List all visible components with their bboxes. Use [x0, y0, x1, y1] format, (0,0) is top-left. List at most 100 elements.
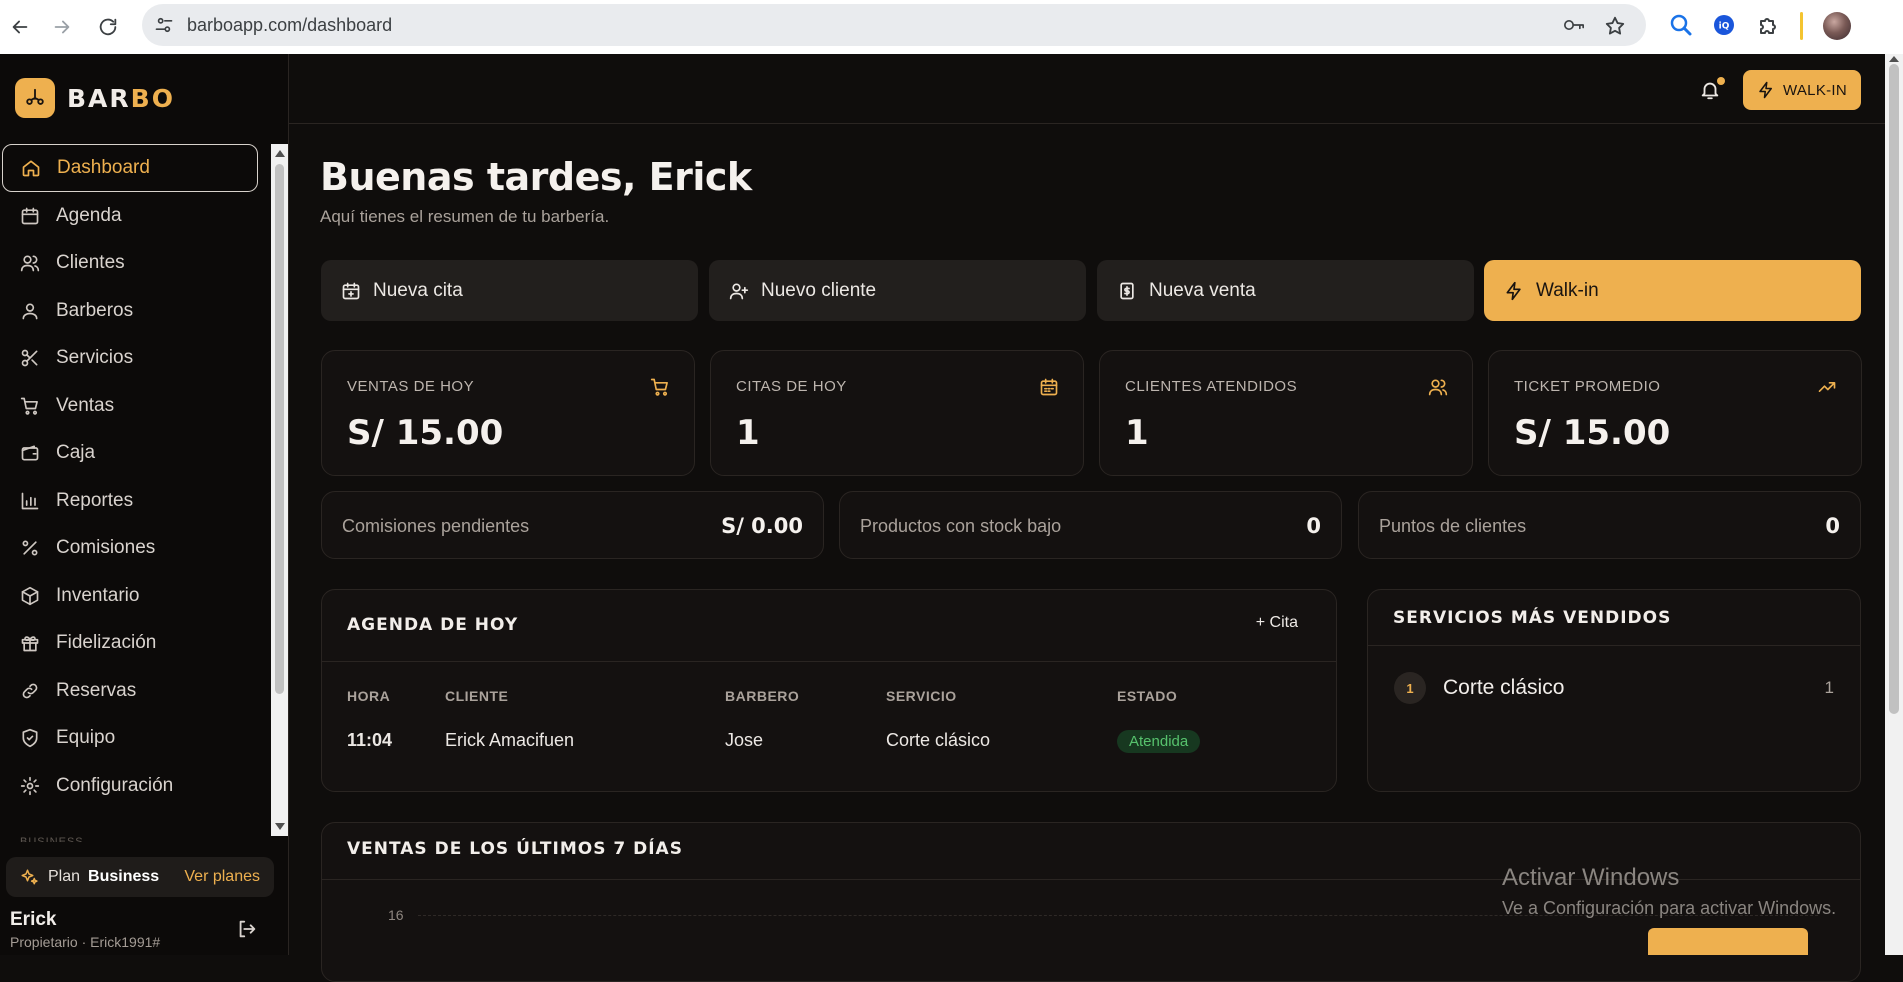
sidebar-item-configuracion[interactable]: Configuración — [2, 762, 258, 810]
stat-value: 1 — [1125, 413, 1149, 453]
sidebar-item-fidelizacion[interactable]: Fidelización — [2, 619, 258, 667]
panel-title: AGENDA DE HOY — [347, 615, 519, 635]
chart-bar[interactable] — [1648, 928, 1808, 955]
add-appointment-button[interactable]: + Cita — [1256, 614, 1298, 632]
cell-service: Corte clásico — [886, 730, 991, 750]
sidebar-item-label: Agenda — [56, 205, 122, 226]
new-appointment-button[interactable]: Nueva cita — [321, 260, 698, 321]
bar-chart-icon — [21, 492, 39, 510]
new-sale-button[interactable]: Nueva venta — [1097, 260, 1474, 321]
sidebar-item-dashboard[interactable]: Dashboard — [2, 144, 258, 192]
scroll-down-arrow[interactable] — [275, 823, 285, 830]
stat-card-average-ticket: TICKET PROMEDIO S/ 15.00 — [1488, 350, 1862, 476]
cell-client: Erick Amacifuen — [445, 730, 575, 750]
percent-icon — [22, 540, 38, 556]
sidebar-scrollbar[interactable] — [271, 144, 288, 836]
user-icon — [22, 303, 38, 320]
mini-stat-value: 0 — [1306, 514, 1321, 538]
sidebar-item-label: Dashboard — [57, 157, 150, 178]
logout-button[interactable] — [236, 918, 258, 940]
sidebar-item-comisiones[interactable]: Comisiones — [2, 524, 258, 572]
stat-card-appointments-today: CITAS DE HOY 1 — [710, 350, 1084, 476]
view-plans-link[interactable]: Ver planes — [184, 868, 260, 886]
walkin-header-button[interactable]: WALK-IN — [1743, 70, 1861, 110]
bolt-icon — [1759, 81, 1772, 99]
sidebar-item-label: Reportes — [56, 490, 134, 511]
sidebar-item-servicios[interactable]: Servicios — [2, 334, 258, 382]
scissors-logo-icon — [15, 78, 55, 118]
user-name: Erick — [10, 909, 57, 930]
back-button[interactable] — [6, 13, 34, 41]
bookmark-star-icon[interactable] — [1604, 15, 1626, 37]
calendar-icon — [1040, 378, 1058, 396]
sidebar-item-label: Caja — [56, 442, 96, 463]
mini-stat-label: Productos con stock bajo — [860, 516, 1062, 536]
puzzle-extensions-icon[interactable] — [1756, 13, 1780, 37]
mini-stat-label: Puntos de clientes — [1379, 516, 1527, 536]
sidebar-item-reportes[interactable]: Reportes — [2, 477, 258, 525]
sidebar-nav: Dashboard Agenda Clientes Barberos Servi… — [0, 144, 270, 836]
key-icon[interactable] — [1562, 15, 1586, 35]
client-points-card: Puntos de clientes 0 — [1358, 491, 1861, 559]
svg-text:iQ: iQ — [1719, 22, 1730, 32]
page-title: Buenas tardes, Erick — [320, 155, 752, 199]
sidebar-item-inventario[interactable]: Inventario — [2, 572, 258, 620]
windows-activation-title: Activar Windows — [1502, 864, 1680, 891]
sidebar-item-label: Configuración — [56, 775, 174, 796]
url-text[interactable]: barboapp.com/dashboard — [187, 15, 392, 36]
column-header: BARBERO — [725, 688, 800, 704]
toolbar-separator — [1800, 12, 1803, 40]
sidebar-item-caja[interactable]: Caja — [2, 429, 258, 477]
sidebar-item-ventas[interactable]: Ventas — [2, 382, 258, 430]
scroll-thumb[interactable] — [275, 164, 284, 694]
calendar-icon — [21, 207, 39, 225]
mini-stat-label: Comisiones pendientes — [342, 516, 530, 536]
column-header: CLIENTE — [445, 688, 509, 704]
plan-name: Business — [88, 868, 160, 885]
column-header: HORA — [347, 688, 391, 704]
plan-card: Plan Business Ver planes — [6, 857, 274, 897]
address-bar[interactable]: barboapp.com/dashboard — [142, 4, 1646, 46]
gear-icon — [20, 776, 40, 796]
column-header: ESTADO — [1117, 688, 1178, 704]
sidebar-item-label: Equipo — [56, 727, 116, 748]
today-agenda-panel: AGENDA DE HOY + Cita HORA CLIENTE BARBER… — [321, 589, 1337, 792]
sidebar-item-agenda[interactable]: Agenda — [2, 192, 258, 240]
new-client-button[interactable]: Nuevo cliente — [709, 260, 1086, 321]
topbar: WALK-IN — [289, 54, 1885, 124]
cell-time: 11:04 — [347, 730, 393, 750]
forward-button[interactable] — [48, 13, 76, 41]
package-icon — [21, 586, 39, 606]
brand-logo[interactable]: BARBO — [15, 78, 175, 118]
receipt-icon — [1120, 282, 1134, 299]
walkin-button[interactable]: Walk-in — [1484, 260, 1861, 321]
top-services-panel: SERVICIOS MÁS VENDIDOS 1 Corte clásico 1 — [1367, 589, 1861, 792]
arrow-left-icon — [12, 20, 28, 34]
sidebar-item-label: Inventario — [56, 585, 140, 606]
stat-label: CLIENTES ATENDIDOS — [1125, 378, 1298, 395]
panel-divider — [1368, 645, 1860, 646]
profile-avatar[interactable] — [1823, 12, 1851, 40]
sidebar-item-reservas[interactable]: Reservas — [2, 667, 258, 715]
reload-button[interactable] — [94, 13, 122, 41]
user-plus-icon — [729, 283, 749, 299]
sidebar-item-clientes[interactable]: Clientes — [2, 239, 258, 287]
stat-card-clients-served: CLIENTES ATENDIDOS 1 — [1099, 350, 1473, 476]
bolt-icon — [1506, 281, 1521, 300]
extension-badge-icon[interactable]: iQ — [1712, 13, 1736, 37]
page-scrollbar[interactable] — [1885, 54, 1903, 955]
cart-icon — [650, 378, 668, 396]
stat-label: VENTAS DE HOY — [347, 378, 475, 395]
sidebar-item-barberos[interactable]: Barberos — [2, 287, 258, 335]
scroll-up-arrow[interactable] — [1889, 56, 1899, 62]
status-badge: Atendida — [1117, 730, 1201, 753]
zoom-extension-icon[interactable] — [1669, 13, 1693, 37]
scroll-thumb[interactable] — [1889, 64, 1899, 714]
sidebar-item-equipo[interactable]: Equipo — [2, 714, 258, 762]
site-info-icon[interactable] — [154, 15, 174, 35]
mini-stat-value: S/ 0.00 — [721, 514, 803, 538]
scroll-up-arrow[interactable] — [275, 150, 285, 157]
sidebar-item-label: Barberos — [56, 300, 134, 321]
stat-value: S/ 15.00 — [1514, 413, 1671, 453]
sparkles-icon — [21, 869, 38, 885]
